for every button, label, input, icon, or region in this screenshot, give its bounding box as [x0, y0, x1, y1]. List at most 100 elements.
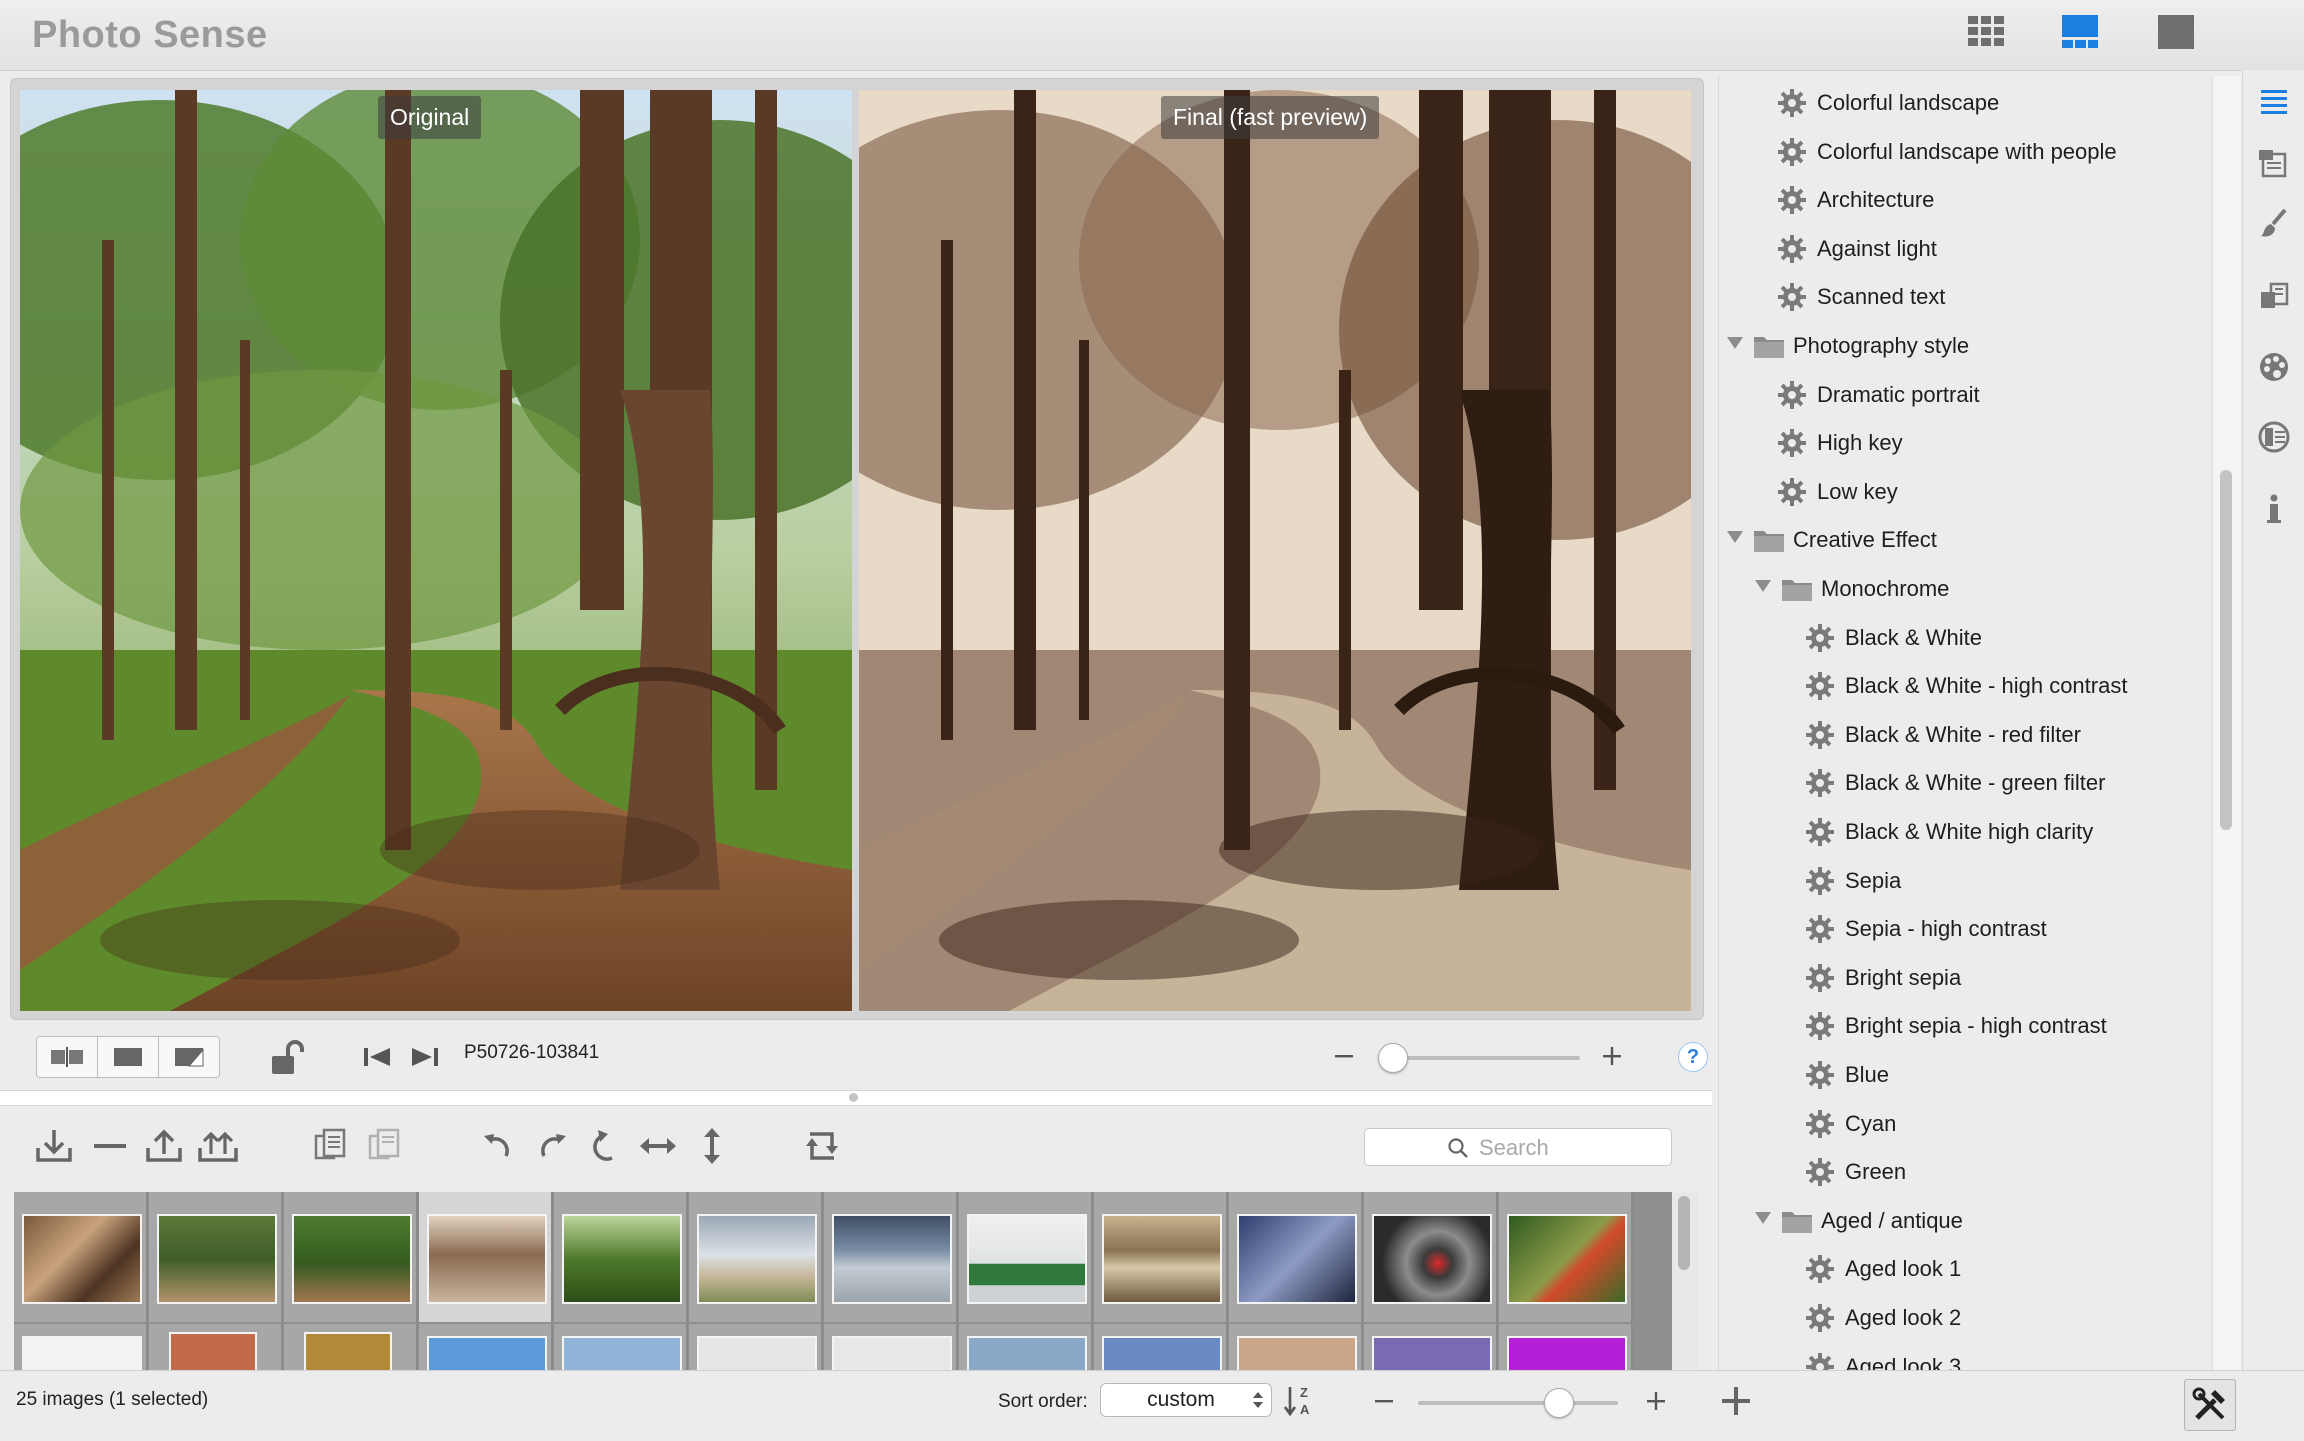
thumbnail-cell[interactable] — [824, 1192, 958, 1322]
thumbnail-cell[interactable] — [689, 1324, 823, 1370]
preset-item[interactable]: Scanned text — [1719, 272, 2209, 320]
thumbnail-cell[interactable] — [1094, 1324, 1228, 1370]
disclosure-triangle-icon[interactable] — [1755, 580, 1771, 592]
tab-adjustments[interactable] — [2257, 146, 2291, 180]
export-button[interactable] — [142, 1126, 186, 1166]
rotate-free-button[interactable] — [584, 1126, 628, 1166]
preset-folder[interactable]: Monochrome — [1719, 564, 2209, 612]
thumbnail-size-slider-knob[interactable] — [1544, 1388, 1574, 1418]
preset-folder[interactable]: Aged / antique — [1719, 1196, 2209, 1244]
final-preview-image[interactable]: Final (fast preview) — [859, 90, 1691, 1011]
disclosure-triangle-icon[interactable] — [1727, 531, 1743, 544]
zoom-out-button[interactable] — [1332, 1044, 1356, 1068]
zoom-slider-knob[interactable] — [1378, 1043, 1408, 1073]
next-image-button[interactable] — [408, 1040, 442, 1074]
preset-item[interactable]: Bright sepia — [1719, 953, 2209, 1001]
zoom-slider-track[interactable] — [1380, 1056, 1580, 1060]
original-image[interactable]: Original — [20, 90, 852, 1011]
thumbnail-cell[interactable] — [149, 1324, 283, 1370]
thumbnail-cell[interactable] — [689, 1192, 823, 1322]
thumbnail-cell[interactable] — [1499, 1324, 1633, 1370]
compare-split-button[interactable] — [158, 1036, 220, 1078]
divider-handle[interactable] — [849, 1093, 858, 1102]
preset-item[interactable]: Black & White - red filter — [1719, 710, 2209, 758]
thumbnail-cell[interactable] — [959, 1192, 1093, 1322]
lock-button[interactable] — [264, 1036, 308, 1080]
remove-button[interactable] — [88, 1126, 132, 1166]
tab-info[interactable] — [2257, 492, 2291, 526]
flip-vertical-button[interactable] — [690, 1126, 734, 1166]
thumbnail-cell[interactable] — [14, 1324, 148, 1370]
preset-item[interactable]: Low key — [1719, 467, 2209, 515]
rotate-right-button[interactable] — [530, 1126, 574, 1166]
preset-item[interactable]: Against light — [1719, 224, 2209, 272]
tab-color[interactable] — [2257, 350, 2291, 384]
preset-item[interactable]: Bright sepia - high contrast — [1719, 1001, 2209, 1049]
preset-item[interactable]: Sepia - high contrast — [1719, 904, 2209, 952]
previous-image-button[interactable] — [360, 1040, 394, 1074]
preset-item[interactable]: Cyan — [1719, 1099, 2209, 1147]
preset-item[interactable]: Black & White - high contrast — [1719, 661, 2209, 709]
preset-item[interactable]: Black & White — [1719, 613, 2209, 661]
thumbnail-cell[interactable] — [554, 1192, 688, 1322]
thumbnail-zoom-out-button[interactable] — [1372, 1389, 1396, 1413]
preset-item[interactable]: Colorful landscape — [1719, 78, 2209, 126]
preset-item[interactable]: High key — [1719, 418, 2209, 466]
sort-direction-button[interactable]: Z A — [1282, 1381, 1318, 1421]
presets-scrollbar-knob[interactable] — [2220, 470, 2232, 830]
zoom-in-button[interactable] — [1600, 1044, 1624, 1068]
thumbnail-scrollbar-knob[interactable] — [1678, 1196, 1690, 1270]
flip-horizontal-button[interactable] — [636, 1126, 680, 1166]
split-view-button[interactable] — [2056, 10, 2104, 54]
thumbnail-cell[interactable] — [1364, 1324, 1498, 1370]
thumbnail-cell[interactable] — [824, 1324, 958, 1370]
thumbnail-cell[interactable] — [1364, 1192, 1498, 1322]
thumbnail-cell[interactable] — [554, 1324, 688, 1370]
preset-item[interactable]: Aged look 3 — [1719, 1342, 2209, 1370]
preset-item[interactable]: Architecture — [1719, 175, 2209, 223]
export-all-button[interactable] — [196, 1126, 240, 1166]
sort-order-select[interactable]: custom — [1100, 1383, 1272, 1417]
thumbnail-cell[interactable] — [284, 1324, 418, 1370]
help-button[interactable]: ? — [1678, 1042, 1708, 1072]
preset-item[interactable]: Colorful landscape with people — [1719, 127, 2209, 175]
preset-folder[interactable]: Photography style — [1719, 321, 2209, 369]
crop-button[interactable] — [800, 1126, 844, 1166]
grid-view-button[interactable] — [1962, 10, 2010, 54]
disclosure-triangle-icon[interactable] — [1755, 1211, 1771, 1224]
tab-brush[interactable] — [2257, 206, 2291, 240]
compare-side-by-side-button[interactable] — [36, 1036, 98, 1078]
tab-effects[interactable] — [2257, 420, 2291, 454]
thumbnail-cell[interactable] — [284, 1192, 418, 1322]
tab-layers[interactable] — [2257, 278, 2291, 312]
preset-item[interactable]: Blue — [1719, 1050, 2209, 1098]
disclosure-triangle-icon[interactable] — [1727, 337, 1743, 349]
thumbnail-size-slider-track[interactable] — [1418, 1401, 1618, 1405]
tools-button[interactable] — [2184, 1379, 2236, 1431]
search-input[interactable]: Search — [1364, 1128, 1672, 1166]
thumbnail-cell[interactable] — [149, 1192, 283, 1322]
tab-presets-list[interactable] — [2257, 86, 2291, 120]
single-view-button[interactable] — [2152, 10, 2200, 54]
preset-item[interactable]: Dramatic portrait — [1719, 370, 2209, 418]
rotate-left-button[interactable] — [476, 1126, 520, 1166]
preset-item[interactable]: Aged look 2 — [1719, 1293, 2209, 1341]
import-button[interactable] — [32, 1126, 76, 1166]
thumbnail-cell[interactable] — [1229, 1324, 1363, 1370]
compare-single-button[interactable] — [97, 1036, 159, 1078]
preset-folder[interactable]: Creative Effect — [1719, 515, 2209, 563]
add-preset-button[interactable] — [1718, 1383, 1754, 1419]
preset-item[interactable]: Black & White high clarity — [1719, 807, 2209, 855]
thumbnail-cell[interactable] — [959, 1324, 1093, 1370]
thumbnail-cell[interactable] — [1499, 1192, 1633, 1322]
thumbnail-cell[interactable] — [419, 1324, 553, 1370]
thumbnail-cell[interactable] — [1229, 1192, 1363, 1322]
preset-item[interactable]: Green — [1719, 1147, 2209, 1195]
preset-item[interactable]: Black & White - green filter — [1719, 758, 2209, 806]
paste-settings-button[interactable] — [362, 1126, 406, 1166]
thumbnail-cell[interactable] — [14, 1192, 148, 1322]
preset-item[interactable]: Sepia — [1719, 856, 2209, 904]
copy-settings-button[interactable] — [308, 1126, 352, 1166]
thumbnail-zoom-in-button[interactable] — [1644, 1389, 1668, 1413]
preset-item[interactable]: Aged look 1 — [1719, 1244, 2209, 1292]
